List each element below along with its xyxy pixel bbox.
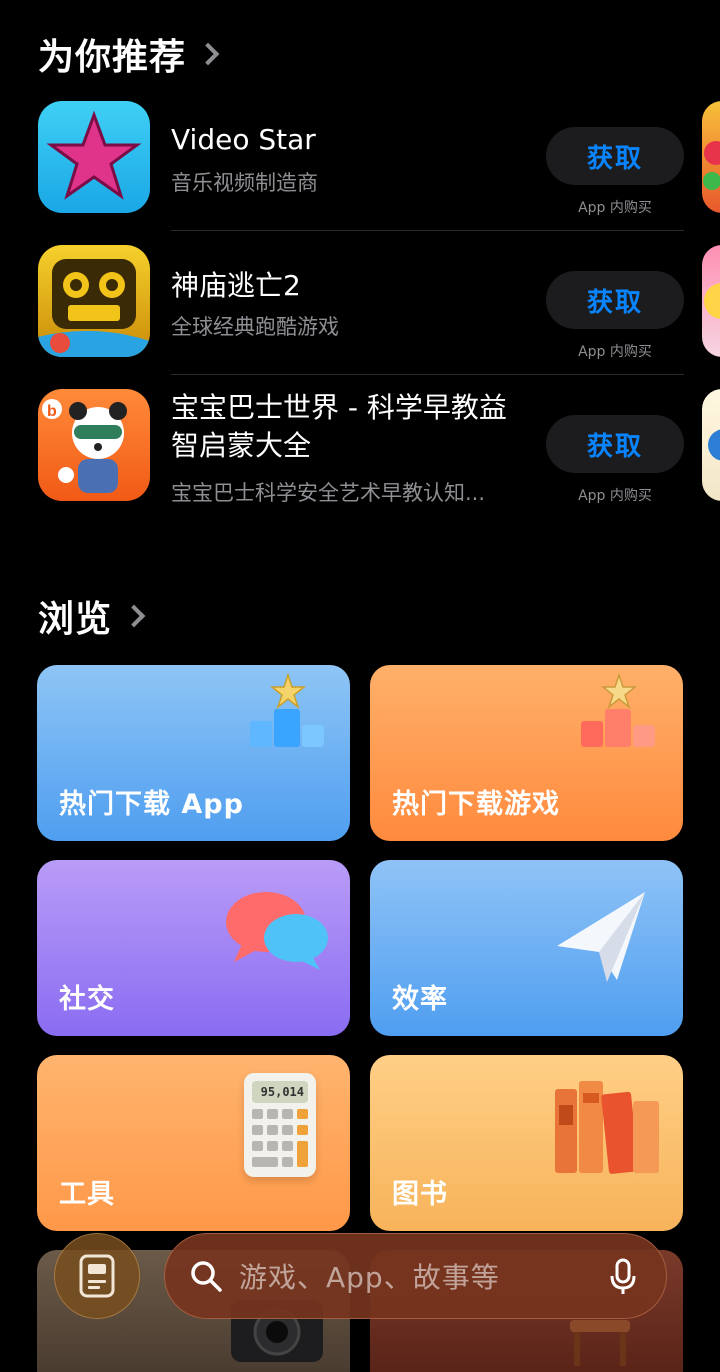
get-button[interactable]: 获取 [546, 415, 684, 473]
tile-label: 社交 [59, 984, 115, 1015]
babybus-panda-app-icon: b [38, 389, 150, 501]
next-column-app-icon[interactable] [702, 389, 720, 501]
svg-text:b: b [47, 403, 57, 420]
app-name: 神庙逃亡2 [171, 269, 301, 302]
app-row-temple-run-2[interactable]: 神庙逃亡2 全球经典跑酷游戏 获取 App 内购买 [38, 245, 684, 363]
category-tile-books[interactable]: 图书 [370, 1055, 683, 1231]
books-icon [555, 1081, 659, 1174]
row-divider [171, 230, 684, 231]
get-button[interactable]: 获取 [546, 271, 684, 329]
video-star-app-icon [38, 101, 150, 213]
temple-run-app-icon [38, 245, 150, 357]
section-title-text: 为你推荐 [38, 37, 187, 78]
today-icon [79, 1254, 115, 1298]
in-app-purchase-note: App 内购买 [578, 200, 652, 216]
category-tile-social[interactable]: 社交 [37, 860, 350, 1036]
podium-star-icon [581, 672, 655, 747]
app-subtitle: 全球经典跑酷游戏 [171, 315, 339, 339]
category-tile-top-games[interactable]: 热门下载游戏 [370, 665, 683, 841]
search-icon [191, 1261, 222, 1292]
app-row-babybus-world[interactable]: b 宝宝巴士世界 - 科学早教益智启蒙大全 宝宝巴士科学安全艺术早教认知... … [38, 389, 684, 507]
chevron-right-icon [122, 604, 146, 628]
app-name: 宝宝巴士世界 - 科学早教益智启蒙大全 [171, 391, 507, 462]
row-divider [171, 374, 684, 375]
calculator-display: 95,014 [252, 1081, 308, 1103]
next-column-app-icon[interactable] [702, 245, 720, 357]
tile-label: 图书 [392, 1179, 448, 1210]
tile-label: 热门下载 App [59, 789, 244, 820]
tile-label: 热门下载游戏 [392, 789, 560, 820]
category-tile-productivity[interactable]: 效率 [370, 860, 683, 1036]
category-tile-utilities[interactable]: 95,014 工具 [37, 1055, 350, 1231]
get-button[interactable]: 获取 [546, 127, 684, 185]
microphone-icon[interactable] [610, 1258, 636, 1296]
tile-label: 效率 [392, 984, 448, 1015]
section-title-browse[interactable]: 浏览 [38, 590, 146, 642]
tile-label: 工具 [59, 1179, 115, 1210]
app-row-video-star[interactable]: Video Star 音乐视频制造商 获取 App 内购买 [38, 101, 684, 219]
app-subtitle: 音乐视频制造商 [171, 171, 318, 195]
chevron-right-icon [196, 42, 220, 66]
next-column-app-icon[interactable] [702, 101, 720, 213]
app-subtitle: 宝宝巴士科学安全艺术早教认知... [171, 481, 486, 505]
podium-star-icon [250, 672, 324, 747]
calculator-icon: 95,014 [244, 1073, 316, 1177]
category-tile-top-apps[interactable]: 热门下载 App [37, 665, 350, 841]
paper-plane-icon [557, 892, 645, 982]
search-input[interactable]: 游戏、App、故事等 [239, 1256, 500, 1296]
search-bar[interactable]: 游戏、App、故事等 [164, 1233, 667, 1319]
section-title-recommend[interactable]: 为你推荐 [38, 28, 220, 80]
section-title-text: 浏览 [38, 599, 113, 640]
in-app-purchase-note: App 内购买 [578, 488, 652, 504]
chat-bubbles-icon [226, 892, 328, 970]
in-app-purchase-note: App 内购买 [578, 344, 652, 360]
app-name: Video Star [171, 123, 316, 156]
today-tab-button[interactable] [54, 1233, 140, 1319]
